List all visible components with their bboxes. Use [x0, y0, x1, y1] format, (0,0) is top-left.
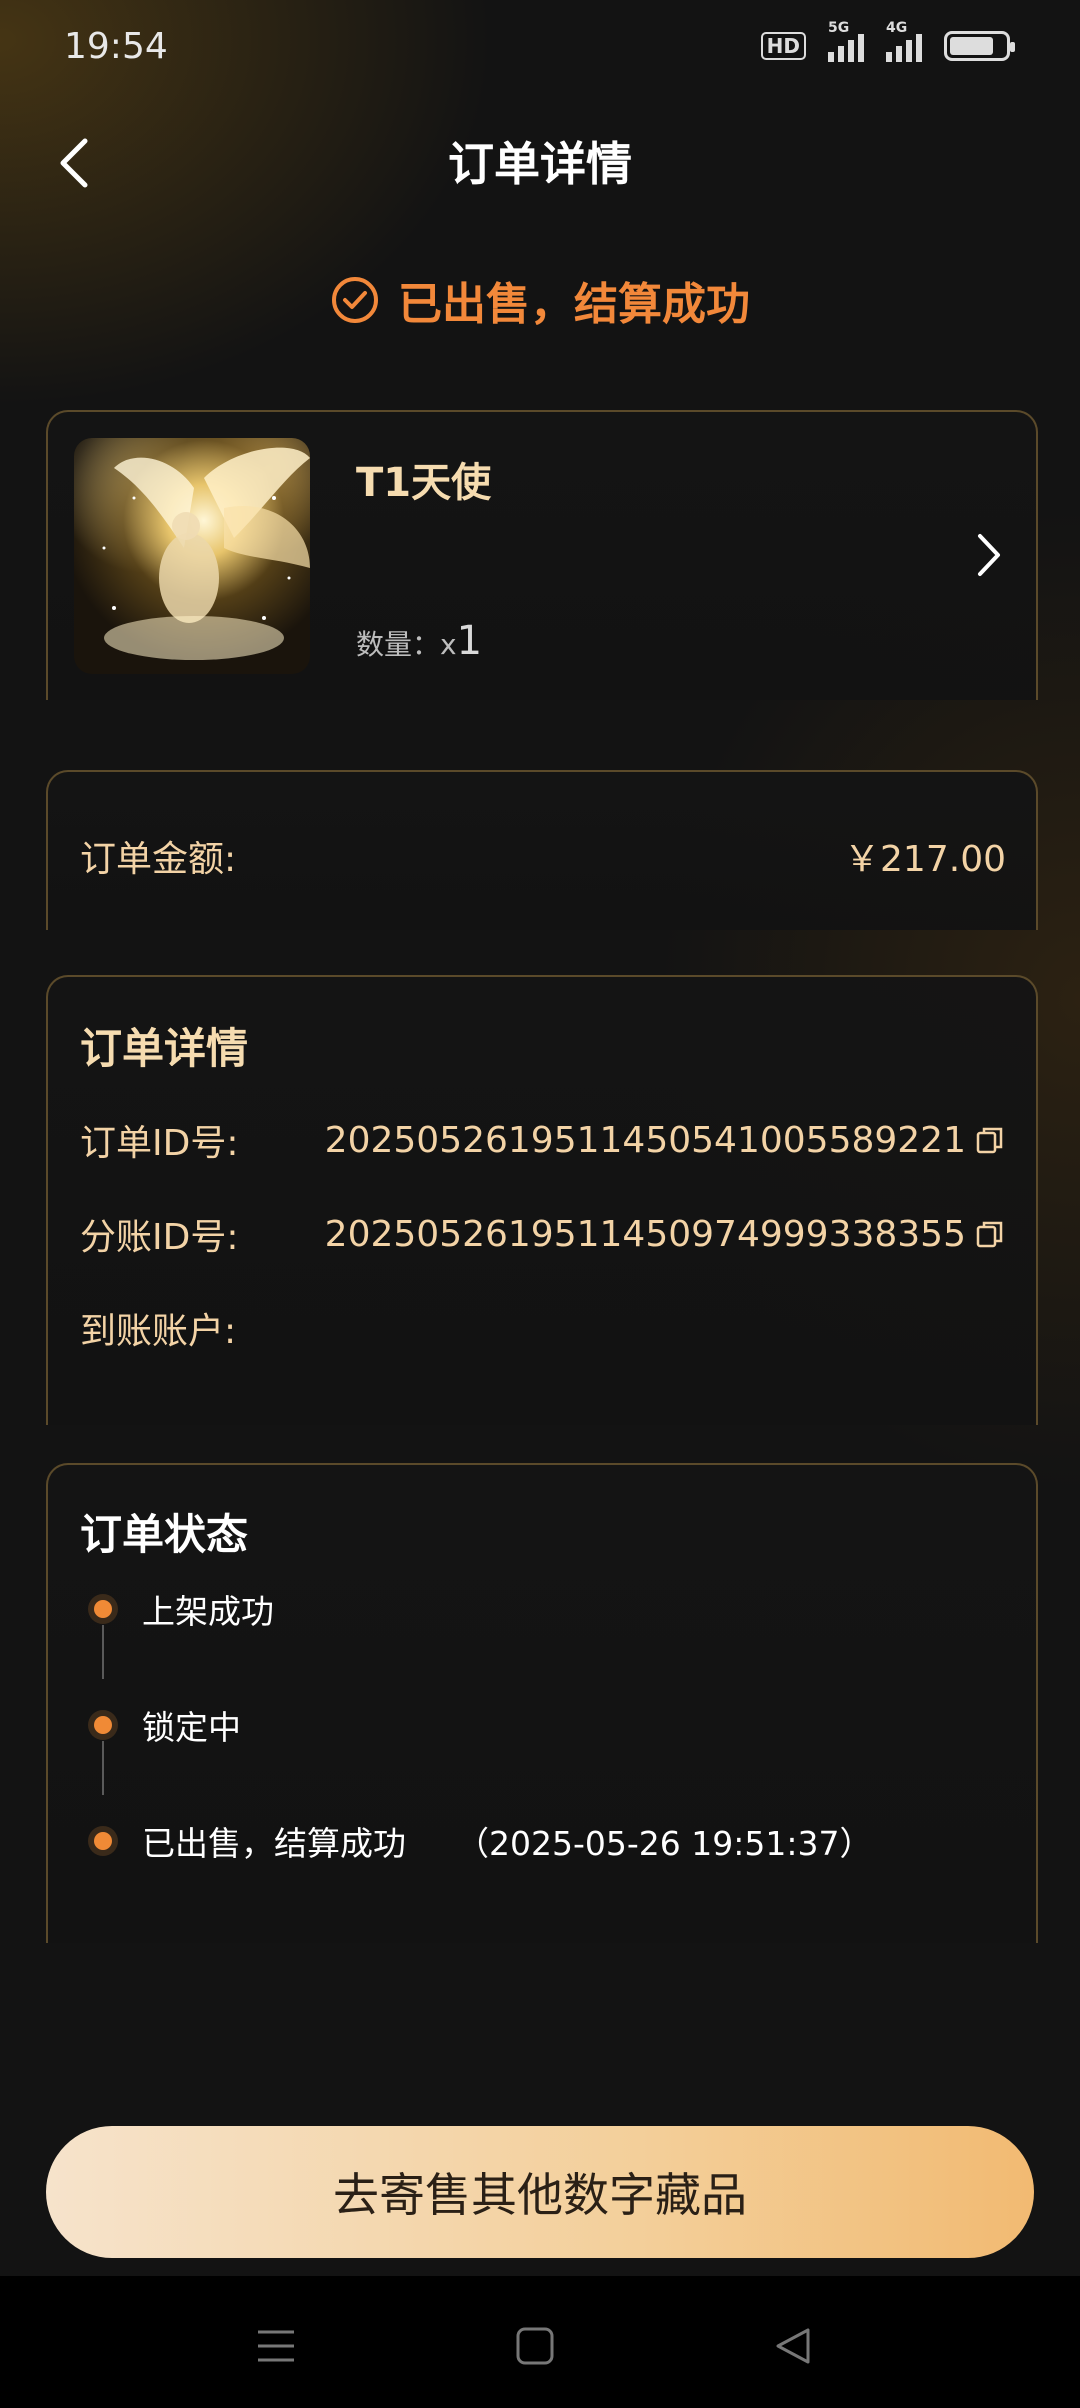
back-nav-button[interactable] [764, 2316, 824, 2376]
order-id-row: 订单ID号: 2025052619511450541005589221 [80, 1115, 1006, 1165]
product-quantity: 数量：x1 [356, 618, 482, 664]
quantity-label: 数量：x [356, 628, 457, 661]
quantity-value: 1 [456, 618, 483, 664]
timeline-step: 已出售，结算成功 （2025-05-26 19:51:37） [88, 1817, 872, 1865]
order-id-label: 订单ID号: [80, 1123, 239, 1164]
order-amount-label: 订单金额: [80, 839, 237, 880]
order-amount-card: 订单金额: ￥217.00 [46, 770, 1038, 930]
order-amount-value: ￥217.00 [844, 839, 1006, 880]
order-id-value: 2025052619511450541005589221 [324, 1119, 966, 1161]
timeline-step: 上架成功 [88, 1585, 274, 1633]
home-nav-button[interactable] [505, 2316, 565, 2376]
timeline-dot [88, 1594, 118, 1624]
timeline-dot [88, 1710, 118, 1740]
copy-icon[interactable] [974, 1124, 1006, 1156]
order-id-value-group: 2025052619511450541005589221 [325, 1120, 1006, 1161]
page-title: 订单详情 [448, 137, 632, 191]
timeline-dot [88, 1826, 118, 1856]
copy-icon[interactable] [974, 1218, 1006, 1250]
timeline-step-time: （2025-05-26 19:51:37） [456, 1824, 873, 1863]
order-status-card: 订单状态 上架成功 锁定中 已出售，结算成功 （2025-05-26 19:51… [46, 1463, 1038, 1943]
menu-nav-button[interactable] [246, 2316, 306, 2376]
timeline-connector [102, 1625, 104, 1679]
timeline-step: 锁定中 [88, 1701, 241, 1749]
timeline-connector [102, 1741, 104, 1795]
status-icons: HD 5G 4G [760, 20, 1015, 62]
receiving-account-row: 到账账户: [80, 1303, 1006, 1353]
battery-icon [944, 31, 1015, 61]
status-time: 19:54 [64, 26, 168, 67]
split-id-row: 分账ID号: 2025052619511450974999338355 [80, 1209, 1006, 1259]
home-square-icon [516, 2327, 554, 2365]
signal-5g-icon: 5G [828, 20, 864, 62]
consign-other-collectibles-button[interactable]: 去寄售其他数字藏品 [46, 2126, 1034, 2258]
system-nav-bar [0, 2276, 1080, 2408]
order-detail-card: 订单详情 订单ID号: 2025052619511450541005589221… [46, 975, 1038, 1425]
angel-image [102, 447, 310, 660]
status-bar: 19:54 HD 5G 4G [0, 0, 1080, 96]
detail-section-title: 订单详情 [80, 1024, 249, 1073]
chevron-right-icon [978, 534, 1000, 576]
hd-icon: HD [760, 32, 806, 60]
timeline-step-text: 锁定中 [142, 1708, 241, 1747]
sale-status-text: 已出售，结算成功 [398, 279, 750, 330]
receiving-account-label: 到账账户: [80, 1311, 237, 1352]
split-id-value: 2025052619511450974999338355 [324, 1213, 966, 1255]
split-id-value-group: 2025052619511450974999338355 [325, 1214, 1006, 1255]
timeline-step-text: 已出售，结算成功 [142, 1824, 406, 1863]
sale-status-banner: 已出售，结算成功 [0, 268, 1080, 332]
signal-4g-icon: 4G [886, 20, 922, 62]
order-detail-page: 19:54 HD 5G 4G 订单详情 已出售，结算成功 T1天使 数量：x1 … [0, 0, 1080, 2408]
product-thumbnail [74, 438, 310, 674]
product-name: T1天使 [356, 460, 492, 506]
order-status-title: 订单状态 [80, 1510, 249, 1559]
split-id-label: 分账ID号: [80, 1217, 239, 1258]
check-circle-icon [332, 277, 378, 323]
back-triangle-icon [776, 2328, 810, 2364]
timeline-step-text: 上架成功 [142, 1592, 274, 1631]
product-card[interactable]: T1天使 数量：x1 [46, 410, 1038, 700]
menu-icon [258, 2330, 294, 2362]
